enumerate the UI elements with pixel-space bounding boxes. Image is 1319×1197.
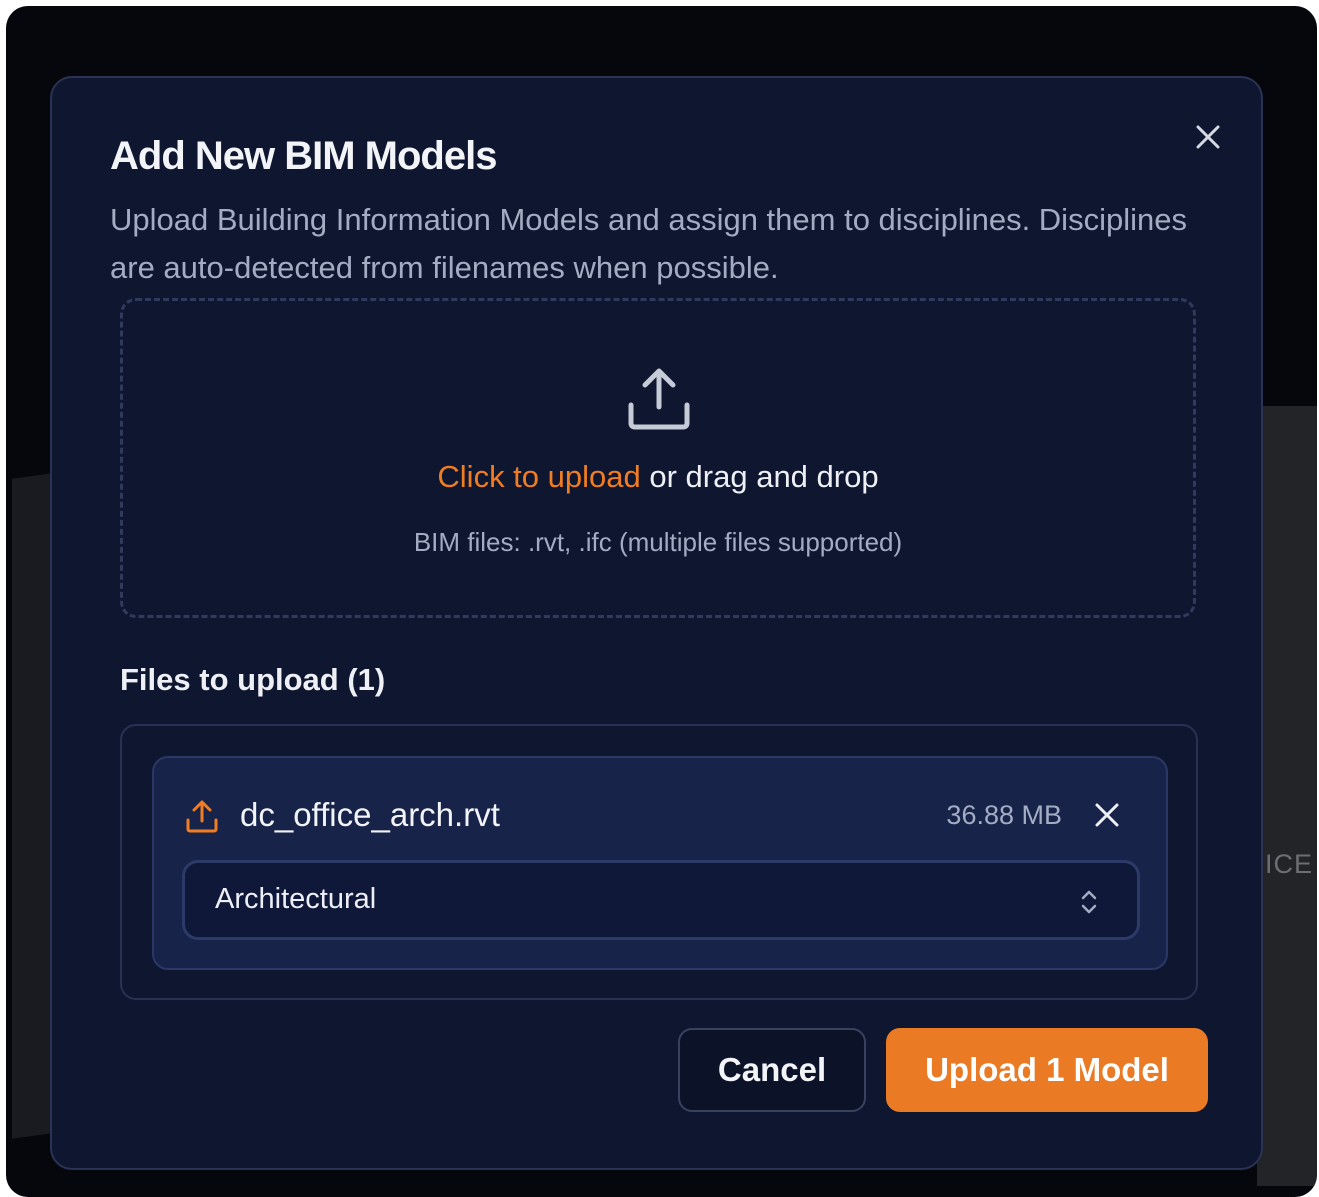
click-to-upload-link[interactable]: Click to upload <box>437 459 640 494</box>
file-size: 36.88 MB <box>946 800 1062 830</box>
upload-button[interactable]: Upload 1 Model <box>886 1028 1208 1112</box>
dialog-description: Upload Building Information Models and a… <box>110 202 1187 285</box>
background-panel <box>12 473 52 1139</box>
dropzone-prompt: Click to upload or drag and drop <box>123 459 1193 495</box>
upload-dialog: Add New BIM Models Upload Building Infor… <box>50 76 1263 1170</box>
list-item: dc_office_arch.rvt 36.88 MB Architectura… <box>152 756 1168 970</box>
dialog-title: Add New BIM Models <box>110 134 497 178</box>
cancel-button[interactable]: Cancel <box>678 1028 866 1112</box>
background-panel <box>1257 406 1317 1186</box>
upload-icon <box>186 800 218 833</box>
close-icon[interactable] <box>1193 122 1223 152</box>
discipline-select[interactable]: Architectural <box>182 860 1140 940</box>
chevron-up-down-icon <box>1081 890 1097 914</box>
app-window: FICE Add New BIM Models Upload Building … <box>6 6 1317 1197</box>
discipline-select-value: Architectural <box>215 883 377 915</box>
file-name: dc_office_arch.rvt <box>240 796 500 833</box>
file-list: dc_office_arch.rvt 36.88 MB Architectura… <box>120 724 1198 1000</box>
drag-drop-text: or drag and drop <box>640 459 879 494</box>
upload-icon <box>628 368 690 430</box>
files-heading: Files to upload (1) <box>120 662 386 697</box>
dropzone-hint: BIM files: .rvt, .ifc (multiple files su… <box>413 527 903 557</box>
file-dropzone[interactable]: Click to upload or drag and drop BIM fil… <box>120 298 1196 618</box>
remove-file-icon[interactable] <box>1092 800 1122 830</box>
